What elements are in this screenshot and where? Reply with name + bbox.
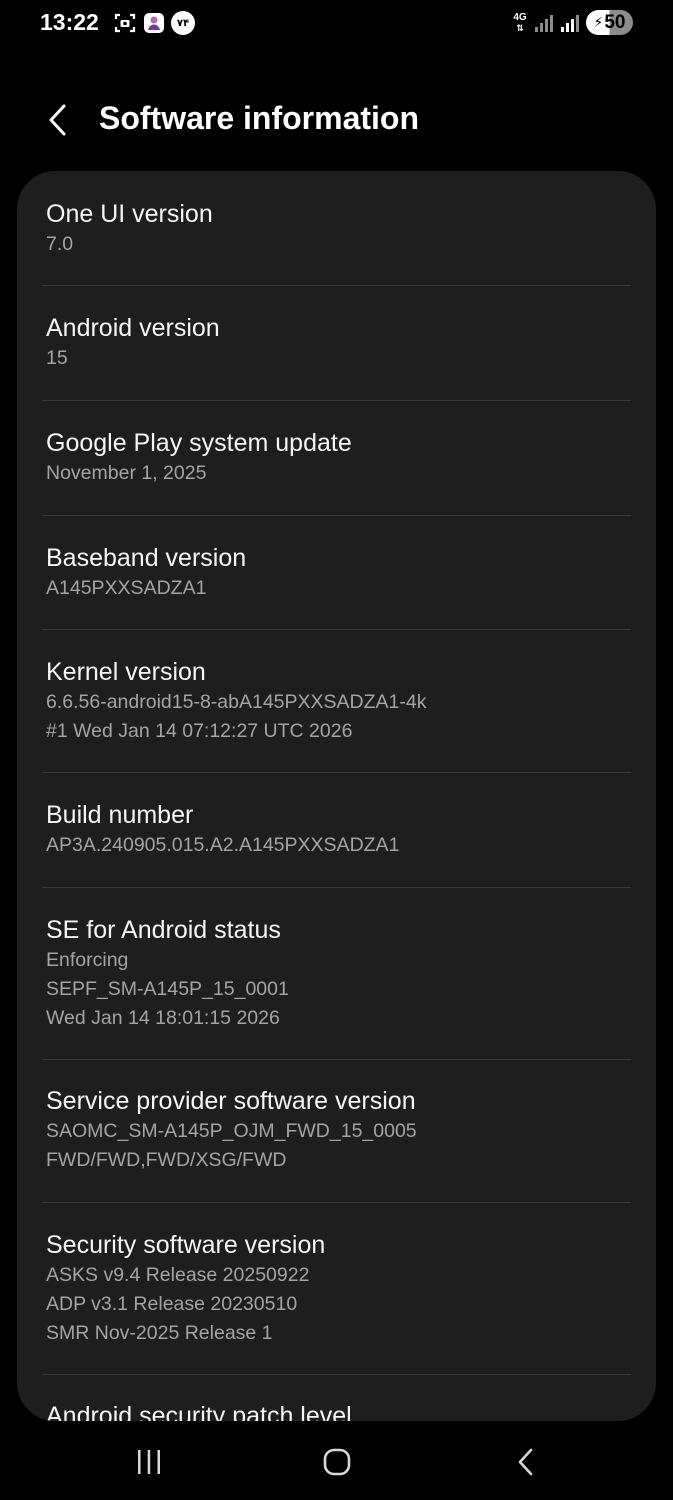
charging-bolt-icon: ⚡ [593, 14, 604, 30]
item-title: Android version [46, 314, 220, 342]
list-item-se-for-android-status[interactable]: SE for Android status Enforcing SEPF_SM-… [46, 914, 630, 1033]
home-button[interactable] [307, 1442, 367, 1482]
network-type-label: 4G [513, 11, 527, 23]
item-value: #1 Wed Jan 14 07:12:27 UTC 2026 [46, 720, 353, 742]
back-chevron-icon [49, 104, 66, 136]
notification-icons: ۷۴ [113, 11, 195, 35]
divider [42, 400, 631, 401]
item-title: Kernel version [46, 658, 206, 686]
data-arrows-icon: ⇅ [516, 22, 524, 33]
battery-level: 50 [604, 11, 626, 33]
list-item-build-number[interactable]: Build number AP3A.240905.015.A2.A145PXXS… [46, 799, 630, 860]
item-value: SEPF_SM-A145P_15_0001 [46, 978, 289, 1000]
app-notification-icon [144, 13, 164, 33]
page-title: Software information [99, 100, 420, 136]
item-value: 7.0 [46, 233, 74, 255]
item-title: Build number [46, 801, 194, 829]
item-value: 15 [46, 347, 68, 369]
status-right-icons: 4G ⇅ ⚡ 50 [512, 10, 633, 35]
item-value: November 1, 2025 [46, 462, 207, 484]
item-title: One UI version [46, 200, 213, 228]
list-item-security-software-version[interactable]: Security software version ASKS v9.4 Rele… [46, 1229, 630, 1348]
status-bar: 13:22 ۷۴ 4G ⇅ ⚡ 50 [0, 0, 673, 46]
item-value: 6.6.56-android15-8-abA145PXXSADZA1-4k [46, 691, 427, 713]
signal-sim1-icon [535, 14, 553, 32]
divider [42, 515, 631, 516]
signal-sim2-icon [561, 14, 579, 32]
list-item-service-provider-software-version[interactable]: Service provider software version SAOMC_… [46, 1085, 630, 1175]
divider [42, 1374, 631, 1375]
item-value: SAOMC_SM-A145P_OJM_FWD_15_0005 [46, 1120, 417, 1142]
status-time: 13:22 [40, 9, 99, 35]
item-value: Enforcing [46, 949, 129, 971]
divider [42, 1202, 631, 1203]
list-item-one-ui-version[interactable]: One UI version 7.0 [46, 198, 630, 259]
divider [42, 629, 631, 630]
divider [42, 1059, 631, 1060]
app-bar: Software information [0, 92, 673, 148]
divider [42, 887, 631, 888]
home-icon [323, 1448, 351, 1476]
item-title: Security software version [46, 1231, 326, 1259]
item-value: A145PXXSADZA1 [46, 577, 207, 599]
item-value: AP3A.240905.015.A2.A145PXXSADZA1 [46, 834, 400, 856]
item-title: Baseband version [46, 544, 247, 572]
badge-icon: ۷۴ [171, 11, 195, 35]
item-value: SMR Nov-2025 Release 1 [46, 1322, 273, 1344]
list-item-android-security-patch-level[interactable]: Android security patch level [46, 1400, 630, 1421]
network-type: 4G ⇅ [512, 11, 528, 33]
list-item-android-version[interactable]: Android version 15 [46, 312, 630, 373]
recents-button[interactable] [119, 1442, 179, 1482]
divider [42, 772, 631, 773]
item-title: Android security patch level [46, 1402, 352, 1421]
back-button[interactable] [40, 100, 76, 140]
item-title: Google Play system update [46, 429, 352, 457]
list-item-google-play-system-update[interactable]: Google Play system update November 1, 20… [46, 427, 630, 488]
item-value: Wed Jan 14 18:01:15 2026 [46, 1007, 280, 1029]
divider [42, 285, 631, 286]
list-item-kernel-version[interactable]: Kernel version 6.6.56-android15-8-abA145… [46, 656, 630, 746]
item-value: ASKS v9.4 Release 20250922 [46, 1264, 310, 1286]
battery-icon: ⚡ 50 [586, 10, 633, 35]
nav-back-icon [518, 1448, 533, 1476]
nav-back-button[interactable] [496, 1442, 556, 1482]
item-title: SE for Android status [46, 916, 281, 944]
navigation-bar [0, 1430, 673, 1492]
item-title: Service provider software version [46, 1087, 416, 1115]
recents-icon [138, 1450, 160, 1474]
list-item-baseband-version[interactable]: Baseband version A145PXXSADZA1 [46, 542, 630, 603]
screenshot-icon [114, 13, 136, 33]
software-info-card: One UI version 7.0 Android version 15 Go… [17, 171, 656, 1421]
item-value: FWD/FWD,FWD/XSG/FWD [46, 1149, 287, 1171]
item-value: ADP v3.1 Release 20230510 [46, 1293, 298, 1315]
